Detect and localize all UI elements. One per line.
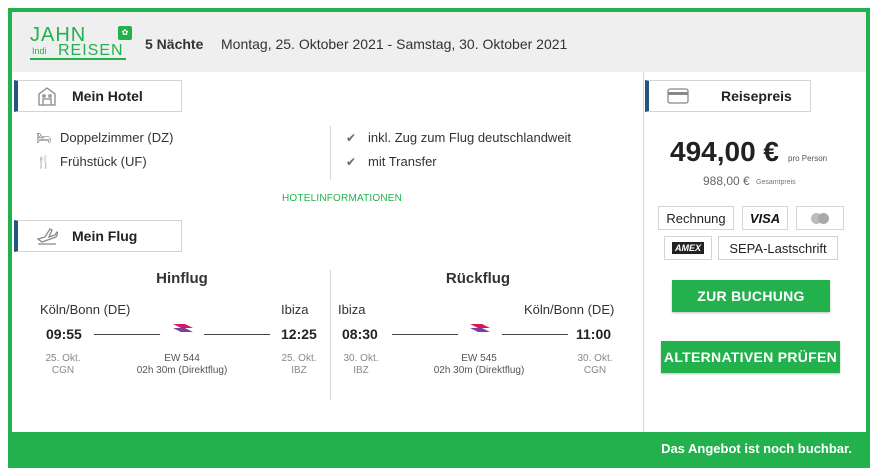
- tab-hotel[interactable]: Mein Hotel: [14, 80, 182, 112]
- return-arr-code: CGN: [583, 365, 607, 376]
- price-column-divider: [643, 72, 644, 432]
- check-icon: ✔: [345, 154, 357, 169]
- nights-count: 5 Nächte: [145, 36, 204, 52]
- outbound-arr-date: 25. Okt.: [281, 353, 317, 364]
- payment-invoice: Rechnung: [658, 206, 734, 230]
- outbound-duration: 02h 30m (Direktflug): [136, 365, 228, 376]
- outbound-line-right: [204, 334, 270, 335]
- offer-header: JAHN ✿ Indi REISEN 5 Nächte Montag, 25. …: [12, 12, 866, 72]
- tab-hotel-label: Mein Hotel: [72, 88, 143, 104]
- return-arr-date: 30. Okt.: [577, 353, 613, 364]
- price-total-label: Gesamtpreis: [756, 179, 796, 186]
- price-total: 988,00 €: [703, 174, 750, 188]
- check-alternatives-button[interactable]: ALTERNATIVEN PRÜFEN: [661, 341, 840, 373]
- eurowings-logo-icon: [470, 324, 490, 332]
- outbound-to-city: Ibiza: [281, 302, 309, 317]
- hotel-feature-board: 🍴 Frühstück (UF): [36, 154, 147, 169]
- outbound-line-left: [94, 334, 160, 335]
- return-duration: 02h 30m (Direktflug): [433, 365, 525, 376]
- credit-card-icon: [665, 85, 691, 107]
- cutlery-icon: 🍴: [36, 154, 51, 169]
- logo-underline: [30, 58, 126, 60]
- outbound-title: Hinflug: [156, 270, 208, 287]
- return-dep-date: 30. Okt.: [343, 353, 379, 364]
- outbound-from-city: Köln/Bonn (DE): [40, 302, 131, 317]
- availability-message: Das Angebot ist noch buchbar.: [661, 441, 852, 456]
- price-per-person: 494,00 €: [670, 136, 779, 167]
- payment-mastercard: [796, 206, 844, 230]
- brand-logo[interactable]: JAHN ✿ Indi REISEN: [30, 24, 132, 60]
- return-from-city: Ibiza: [338, 302, 366, 317]
- feature-text: Doppelzimmer (DZ): [60, 130, 174, 145]
- tab-flight[interactable]: Mein Flug: [14, 220, 182, 252]
- payment-amex: AMEX: [664, 236, 712, 260]
- feature-text: mit Transfer: [368, 154, 437, 169]
- feature-text: inkl. Zug zum Flug deutschlandweit: [368, 130, 572, 145]
- outbound-dep-time: 09:55: [46, 326, 82, 342]
- hotel-feature-train: ✔ inkl. Zug zum Flug deutschlandweit: [344, 130, 571, 145]
- feature-text: Frühstück (UF): [60, 154, 147, 169]
- return-dep-code: IBZ: [353, 365, 369, 376]
- hotel-feature-room: 🛏 Doppelzimmer (DZ): [36, 130, 173, 145]
- book-button[interactable]: ZUR BUCHUNG: [672, 280, 830, 312]
- return-arr-time: 11:00: [576, 326, 612, 342]
- mastercard-icon: [811, 212, 829, 224]
- tab-flight-label: Mein Flug: [72, 228, 138, 244]
- bed-icon: 🛏: [36, 130, 52, 145]
- leaf-icon: ✿: [118, 26, 132, 40]
- payment-sepa: SEPA-Lastschrift: [718, 236, 838, 260]
- payment-visa: VISA: [742, 206, 788, 230]
- plane-icon: [34, 225, 60, 247]
- check-icon: ✔: [345, 130, 357, 145]
- tab-price[interactable]: Reisepreis: [645, 80, 811, 112]
- return-line-left: [392, 334, 458, 335]
- availability-footer: Das Angebot ist noch buchbar.: [12, 432, 866, 464]
- return-line-right: [502, 334, 568, 335]
- outbound-flight-number: EW 544: [164, 353, 200, 364]
- price-per-person-label: pro Person: [788, 154, 828, 163]
- eurowings-logo-icon: [173, 324, 193, 332]
- outbound-dep-code: CGN: [51, 365, 75, 376]
- flight-divider: [330, 270, 331, 400]
- return-dep-time: 08:30: [342, 326, 378, 342]
- travel-dates: Montag, 25. Oktober 2021 - Samstag, 30. …: [221, 36, 568, 52]
- offer-card: JAHN ✿ Indi REISEN 5 Nächte Montag, 25. …: [8, 8, 870, 468]
- tab-price-label: Reisepreis: [721, 88, 792, 104]
- logo-text-indi: Indi: [32, 46, 47, 56]
- return-title: Rückflug: [445, 270, 511, 287]
- hotel-info-link[interactable]: HOTELINFORMATIONEN: [282, 193, 402, 204]
- amex-label: AMEX: [671, 242, 704, 254]
- outbound-arr-code: IBZ: [291, 365, 307, 376]
- hotel-icon: [34, 85, 60, 107]
- return-flight-number: EW 545: [461, 353, 497, 364]
- hotel-feature-transfer: ✔ mit Transfer: [344, 154, 437, 169]
- outbound-dep-date: 25. Okt.: [45, 353, 81, 364]
- outbound-arr-time: 12:25: [281, 326, 317, 342]
- return-to-city: Köln/Bonn (DE): [524, 302, 615, 317]
- hotel-divider: [330, 126, 331, 180]
